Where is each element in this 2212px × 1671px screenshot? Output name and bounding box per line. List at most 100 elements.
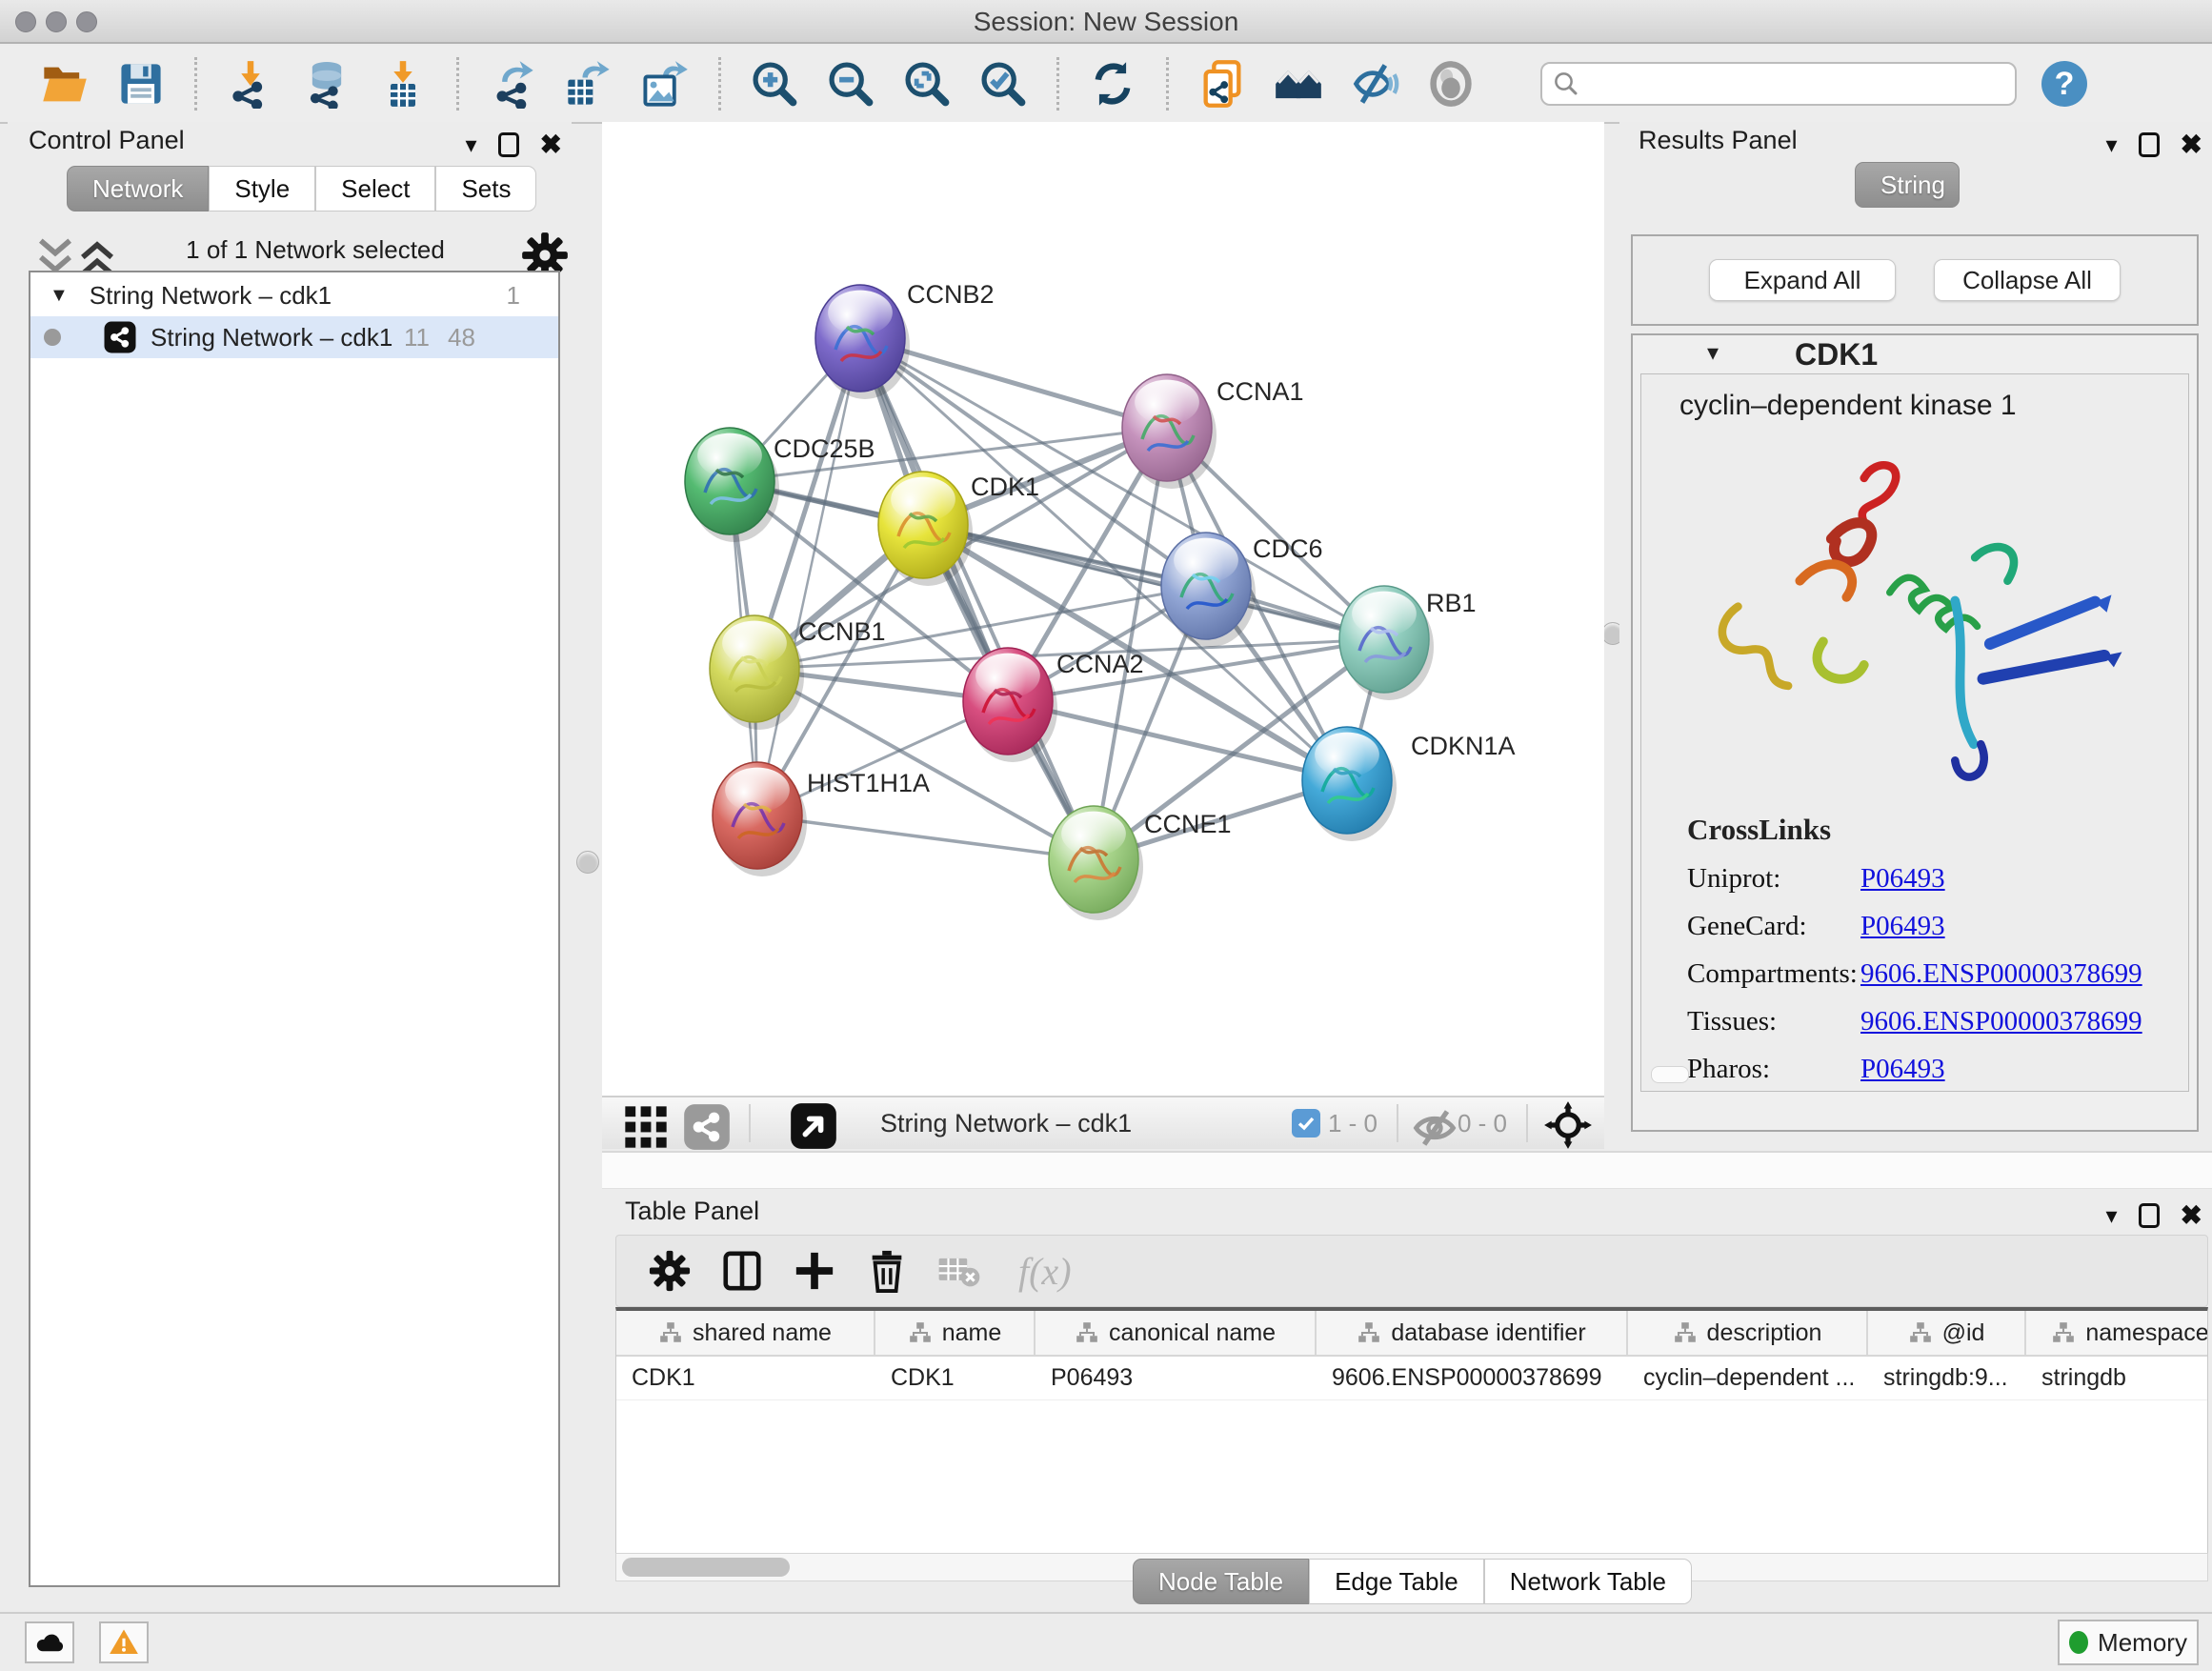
search-input[interactable]: [1580, 65, 2015, 103]
column-header-name[interactable]: name: [875, 1311, 1036, 1355]
panel-float-icon[interactable]: [2139, 1203, 2160, 1228]
delete-column-trash-icon[interactable]: [865, 1249, 909, 1293]
panel-close-icon[interactable]: ✖: [2181, 1203, 2202, 1228]
open-session-icon[interactable]: [40, 59, 90, 109]
export-table-icon[interactable]: [564, 59, 613, 109]
table-cell[interactable]: P06493: [1036, 1357, 1317, 1399]
table-cell[interactable]: CDK1: [616, 1357, 875, 1399]
tab-style[interactable]: Style: [209, 166, 315, 211]
table-cell[interactable]: stringdb:9...: [1868, 1357, 2026, 1399]
column-header--id[interactable]: @id: [1868, 1311, 2026, 1355]
expand-all-button[interactable]: Expand All: [1709, 259, 1896, 301]
memory-button[interactable]: Memory: [2058, 1620, 2199, 1665]
tab-string[interactable]: String: [1855, 162, 1960, 208]
import-table-icon[interactable]: [378, 59, 428, 109]
grid-view-icon[interactable]: [621, 1102, 663, 1144]
fit-content-crosshair-icon[interactable]: [1543, 1100, 1589, 1146]
panel-menu-icon[interactable]: ▾: [2105, 131, 2117, 159]
zoom-fit-icon[interactable]: [902, 59, 952, 109]
node-CDK1[interactable]: [878, 472, 973, 586]
node-CCNA1[interactable]: [1122, 374, 1217, 489]
node-CCNB1[interactable]: [710, 615, 804, 730]
cloud-status-button[interactable]: [25, 1621, 74, 1663]
zoom-selected-icon[interactable]: [978, 59, 1028, 109]
birds-eye-view-icon[interactable]: [789, 1101, 833, 1145]
tab-node-table[interactable]: Node Table: [1133, 1559, 1309, 1604]
add-column-icon[interactable]: [793, 1249, 836, 1293]
tree-expand-icon[interactable]: ▼: [50, 285, 69, 307]
tab-network-table[interactable]: Network Table: [1484, 1559, 1692, 1604]
crosslink-link[interactable]: 9606.ENSP00000378699: [1860, 1006, 2142, 1037]
import-network-database-icon[interactable]: [302, 59, 352, 109]
column-header-namespace[interactable]: namespace: [2026, 1311, 2208, 1355]
warning-status-button[interactable]: [99, 1621, 149, 1663]
export-image-icon[interactable]: [640, 59, 690, 109]
search-box[interactable]: [1540, 62, 2017, 106]
column-header-database-identifier[interactable]: database identifier: [1317, 1311, 1628, 1355]
panel-menu-icon[interactable]: ▾: [465, 131, 476, 159]
edge-CCNB2-HIST1H1A[interactable]: [757, 338, 860, 815]
collapse-entry-icon[interactable]: ▾: [1707, 339, 1719, 367]
table-cell[interactable]: 9606.ENSP00000378699: [1317, 1357, 1628, 1399]
panel-float-icon[interactable]: [498, 132, 519, 157]
import-network-file-icon[interactable]: [226, 59, 275, 109]
column-header-description[interactable]: description: [1628, 1311, 1868, 1355]
table-settings-gear-icon[interactable]: [648, 1249, 692, 1293]
network-canvas[interactable]: CCNB2CCNA1CDC25BCDK1CDC6RB1CCNB1CCNA2CDK…: [602, 122, 1604, 1096]
panel-close-icon[interactable]: ✖: [540, 132, 562, 157]
tab-select[interactable]: Select: [315, 166, 435, 211]
column-header-shared-name[interactable]: shared name: [616, 1311, 875, 1355]
edge-HIST1H1A-CCNE1[interactable]: [757, 815, 1094, 859]
tab-sets[interactable]: Sets: [435, 166, 536, 211]
refresh-icon[interactable]: [1088, 59, 1137, 109]
panel-close-icon[interactable]: ✖: [2181, 132, 2202, 157]
string-network-badge-icon[interactable]: [682, 1102, 724, 1144]
show-columns-icon[interactable]: [720, 1249, 764, 1293]
delete-table-icon[interactable]: [937, 1249, 987, 1293]
node-RB1[interactable]: [1339, 586, 1434, 700]
node-CCNB2[interactable]: [815, 285, 910, 399]
network-options-gear-icon[interactable]: [520, 231, 558, 269]
crosslink-link[interactable]: P06493: [1860, 911, 1945, 942]
export-network-icon[interactable]: [488, 59, 537, 109]
network-row[interactable]: String Network – cdk1 11 48: [30, 316, 558, 358]
save-session-icon[interactable]: [116, 59, 166, 109]
scrollbar-thumb[interactable]: [622, 1558, 790, 1577]
selected-checkbox-icon[interactable]: [1292, 1109, 1320, 1137]
table-cell[interactable]: CDK1: [875, 1357, 1036, 1399]
node-CDC25B[interactable]: [685, 428, 779, 542]
string-network-graph[interactable]: CCNB2CCNA1CDC25BCDK1CDC6RB1CCNB1CCNA2CDK…: [602, 122, 1604, 1096]
node-HIST1H1A[interactable]: [713, 762, 807, 876]
node-CDC6[interactable]: [1161, 533, 1256, 647]
panel-float-icon[interactable]: [2139, 132, 2160, 157]
zoom-in-icon[interactable]: [750, 59, 799, 109]
results-scrollbar-thumb[interactable]: [1651, 1066, 1689, 1083]
help-icon[interactable]: ?: [2041, 61, 2087, 107]
network-collection-row[interactable]: ▼ String Network – cdk1 1: [30, 274, 558, 316]
function-builder-icon[interactable]: f(x): [1018, 1249, 1072, 1294]
collapse-all-button[interactable]: Collapse All: [1934, 259, 2121, 301]
collapse-all-icon[interactable]: [30, 232, 65, 267]
tab-network[interactable]: Network: [67, 166, 209, 211]
table-row[interactable]: CDK1CDK1P064939606.ENSP00000378699cyclin…: [616, 1357, 2207, 1400]
crosslink-link[interactable]: 9606.ENSP00000378699: [1860, 958, 2142, 990]
table-panel-divider[interactable]: [602, 1151, 2212, 1189]
node-CDKN1A[interactable]: [1302, 727, 1397, 841]
expand-all-icon[interactable]: [72, 232, 107, 267]
table-cell[interactable]: cyclin–dependent ...: [1628, 1357, 1868, 1399]
node-CCNA2[interactable]: [963, 648, 1057, 762]
zoom-out-icon[interactable]: [826, 59, 875, 109]
hide-panel-icon[interactable]: [1350, 59, 1399, 109]
table-cell[interactable]: stringdb: [2026, 1357, 2208, 1399]
tab-edge-table[interactable]: Edge Table: [1309, 1559, 1484, 1604]
eye-icon[interactable]: [1426, 59, 1476, 109]
share-session-file-icon[interactable]: [1197, 59, 1247, 109]
panel-menu-icon[interactable]: ▾: [2105, 1202, 2117, 1230]
home-icon[interactable]: [1274, 59, 1323, 109]
hidden-eye-icon[interactable]: [1410, 1103, 1450, 1143]
crosslink-link[interactable]: P06493: [1860, 1054, 1945, 1085]
left-splitter-handle[interactable]: [576, 851, 599, 874]
crosslink-link[interactable]: P06493: [1860, 863, 1945, 895]
column-header-canonical-name[interactable]: canonical name: [1036, 1311, 1317, 1355]
node-CCNE1[interactable]: [1049, 806, 1143, 920]
